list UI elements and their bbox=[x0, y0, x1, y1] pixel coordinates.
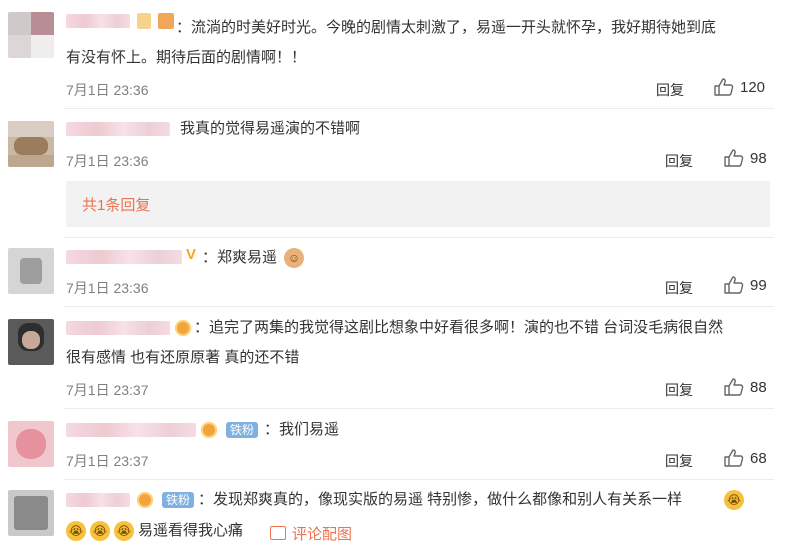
reply-button[interactable]: 回复 bbox=[665, 451, 693, 471]
fan-badge: 铁粉 bbox=[226, 422, 259, 438]
user-medal-icon bbox=[137, 13, 151, 29]
sub-reply-box[interactable]: 共1条回复 bbox=[66, 181, 770, 227]
crying-emoji-icon: 😭 bbox=[114, 521, 134, 541]
comment-text: 很有感情 也有还原原著 真的还不错 bbox=[66, 349, 300, 366]
comment-text: ：流淌的时美好时光。今晚的剧情太刺激了，易遥一开头就怀孕，我好期待她到底 bbox=[176, 19, 717, 36]
comment-item: ：追完了两集的我觉得这剧比想象中好看很多啊！演的也不错 台词没毛病很自然 很有感… bbox=[0, 307, 795, 408]
avatar[interactable] bbox=[8, 421, 54, 467]
comment-time: 7月1日 23:36 bbox=[66, 280, 149, 296]
username[interactable] bbox=[66, 321, 170, 335]
like-button[interactable]: 120 bbox=[714, 78, 765, 96]
member-crown-icon bbox=[201, 422, 217, 438]
comment-text: 有没有怀上。期待后面的剧情啊！！ bbox=[66, 49, 307, 66]
username[interactable] bbox=[66, 14, 130, 28]
like-count: 120 bbox=[740, 78, 766, 96]
thumbs-up-icon bbox=[724, 378, 744, 396]
reply-button[interactable]: 回复 bbox=[656, 80, 684, 100]
vip-v-icon: V bbox=[186, 246, 197, 263]
user-medal-icon bbox=[158, 13, 174, 29]
like-button[interactable]: 68 bbox=[724, 449, 767, 467]
comment-text: 易遥看得我心痛 bbox=[138, 522, 244, 539]
thumbs-up-icon bbox=[714, 78, 734, 96]
like-button[interactable]: 88 bbox=[724, 378, 767, 396]
comment-text: 我真的觉得易遥演的不错啊 bbox=[180, 120, 361, 137]
like-count: 98 bbox=[750, 149, 767, 167]
comment-item: 铁粉 ：发现郑爽真的，像现实版的易遥 特别惨，做什么都像和别人有关系一样 😭 😭… bbox=[0, 480, 795, 550]
username[interactable] bbox=[66, 250, 182, 264]
comment-image-link[interactable]: 评论配图 bbox=[292, 523, 352, 544]
member-crown-icon bbox=[137, 492, 153, 508]
thumbs-up-icon bbox=[724, 276, 744, 294]
avatar[interactable] bbox=[8, 248, 54, 294]
username[interactable] bbox=[66, 423, 196, 437]
comment-time: 7月1日 23:36 bbox=[66, 82, 149, 98]
fan-badge: 铁粉 bbox=[162, 492, 195, 508]
crying-emoji-icon: 😭 bbox=[66, 521, 86, 541]
username[interactable] bbox=[66, 122, 170, 136]
comment-item: 我真的觉得易遥演的不错啊 7月1日 23:36 回复 98 共1条回复 bbox=[0, 109, 795, 237]
avatar[interactable] bbox=[8, 121, 54, 167]
comment-time: 7月1日 23:37 bbox=[66, 382, 149, 398]
like-count: 88 bbox=[750, 378, 767, 396]
cartoon-emoji-icon: ☺ bbox=[284, 248, 304, 268]
thumbs-up-icon bbox=[724, 149, 744, 167]
member-crown-icon bbox=[175, 320, 191, 336]
thumbs-up-icon bbox=[724, 449, 744, 467]
comment-item: 铁粉 ：我们易遥 7月1日 23:37 回复 68 bbox=[0, 409, 795, 479]
comment-text: ：发现郑爽真的，像现实版的易遥 特别惨，做什么都像和别人有关系一样 bbox=[198, 491, 683, 508]
comment-time: 7月1日 23:36 bbox=[66, 153, 149, 169]
comment-item: ：流淌的时美好时光。今晚的剧情太刺激了，易遥一开头就怀孕，我好期待她到底 有没有… bbox=[0, 0, 795, 108]
like-button[interactable]: 98 bbox=[724, 149, 767, 167]
reply-button[interactable]: 回复 bbox=[665, 380, 693, 400]
avatar[interactable] bbox=[8, 12, 54, 58]
comment-text: ：郑爽易遥 bbox=[202, 249, 278, 266]
comment-time: 7月1日 23:37 bbox=[66, 453, 149, 469]
picture-icon[interactable] bbox=[270, 526, 286, 540]
reply-button[interactable]: 回复 bbox=[665, 151, 693, 171]
like-count: 99 bbox=[750, 276, 767, 294]
comment-item: V ：郑爽易遥 ☺ 7月1日 23:36 回复 99 bbox=[0, 238, 795, 306]
username[interactable] bbox=[66, 493, 130, 507]
like-button[interactable]: 99 bbox=[724, 276, 767, 294]
like-count: 68 bbox=[750, 449, 767, 467]
crying-emoji-icon: 😭 bbox=[724, 490, 744, 510]
avatar[interactable] bbox=[8, 319, 54, 365]
avatar[interactable] bbox=[8, 490, 54, 536]
crying-emoji-icon: 😭 bbox=[90, 521, 110, 541]
view-replies-link[interactable]: 共1条回复 bbox=[82, 194, 150, 215]
comment-text: ：我们易遥 bbox=[264, 421, 340, 438]
reply-button[interactable]: 回复 bbox=[665, 278, 693, 298]
comment-text: ：追完了两集的我觉得这剧比想象中好看很多啊！演的也不错 台词没毛病很自然 bbox=[194, 319, 724, 336]
